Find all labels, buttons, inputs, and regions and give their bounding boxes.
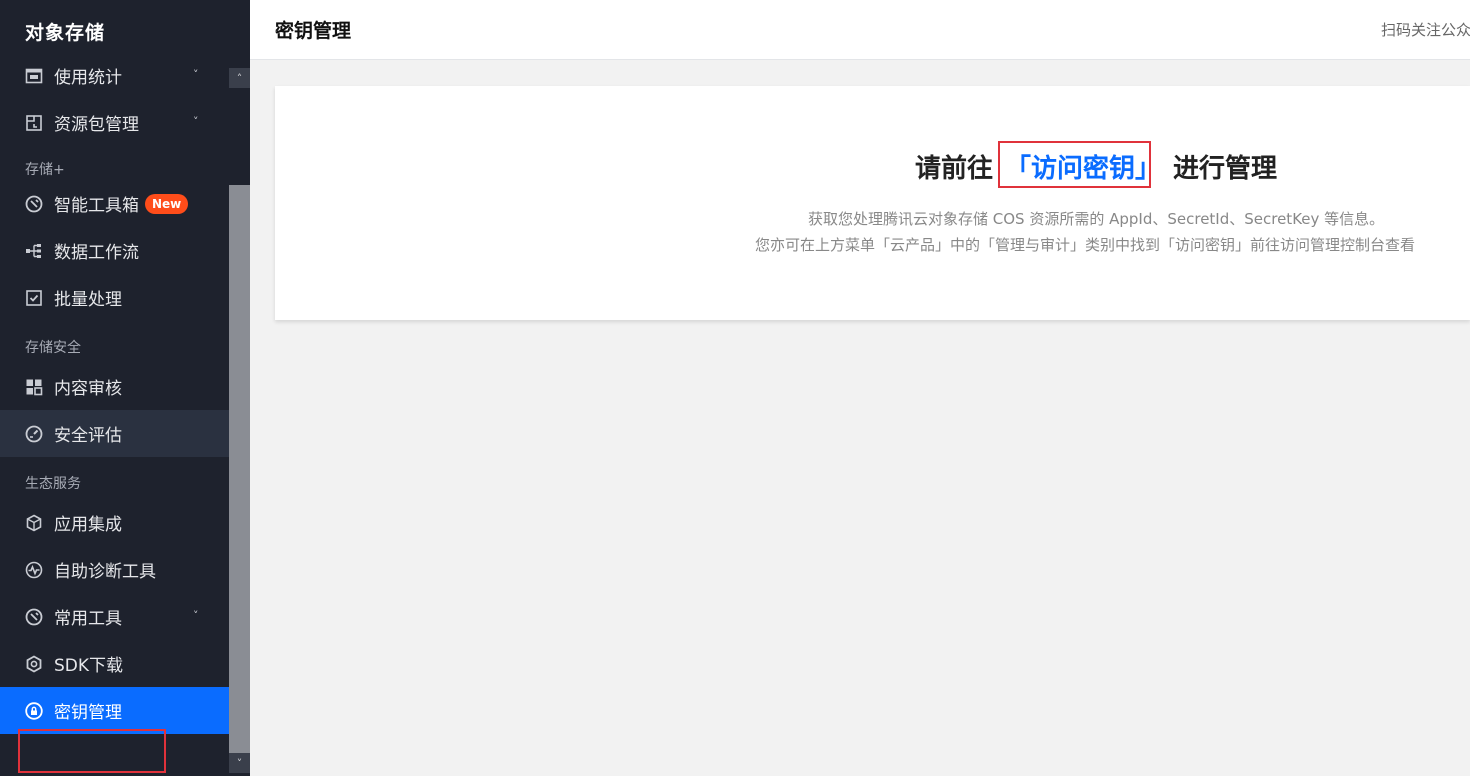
sidebar-item-app-integration[interactable]: 应用集成: [0, 499, 229, 546]
sidebar-item-self-diagnosis[interactable]: 自助诊断工具: [0, 546, 229, 593]
prompt-heading: 请前往 「访问密钥」 进行管理: [915, 148, 1277, 185]
grid-icon: [24, 377, 44, 397]
sidebar-brand: 对象存储: [25, 22, 106, 44]
prompt-after: 进行管理: [1173, 154, 1278, 184]
chevron-down-icon: ˅: [193, 115, 199, 128]
sidebar-item-label: 常用工具: [54, 609, 122, 629]
checkbox-icon: [24, 288, 44, 308]
chevron-down-icon: ˅: [193, 609, 199, 622]
pulse-icon: [24, 560, 44, 580]
group-label-storage-security: 存储安全: [25, 340, 81, 356]
tool-icon: [24, 607, 44, 627]
package-icon: [24, 113, 44, 133]
sidebar-item-label: SDK下载: [54, 656, 124, 676]
sidebar-item-batch-processing[interactable]: 批量处理: [0, 274, 229, 321]
chevron-down-icon: ˅: [193, 68, 199, 81]
sidebar-item-sdk-download[interactable]: SDK下载: [0, 640, 229, 687]
group-label-ecosystem: 生态服务: [25, 476, 81, 492]
sidebar-item-label: 资源包管理: [54, 115, 139, 135]
page-header: 密钥管理 扫码关注公众: [250, 0, 1470, 60]
prompt-before: 请前往: [915, 154, 994, 184]
description-line-1: 获取您处理腾讯云对象存储 COS 资源所需的 AppId、SecretId、Se…: [808, 210, 1385, 228]
sidebar-item-content-moderation[interactable]: 内容审核: [0, 363, 229, 410]
sidebar-item-label: 使用统计: [54, 68, 122, 88]
toolbox-icon: [24, 194, 44, 214]
sidebar-item-smart-toolbox[interactable]: 智能工具箱 New: [0, 180, 229, 227]
key-icon: [24, 701, 44, 721]
sidebar-item-label: 密钥管理: [54, 703, 122, 723]
sidebar-item-label: 自助诊断工具: [54, 562, 156, 582]
sidebar-item-label: 数据工作流: [54, 243, 139, 263]
hexagon-icon: [24, 654, 44, 674]
new-badge: New: [145, 193, 189, 214]
scroll-up-button[interactable]: ˄: [229, 68, 250, 88]
follow-wechat-link[interactable]: 扫码关注公众: [1381, 19, 1470, 40]
group-label-storage-plus: 存储+: [25, 162, 65, 178]
scroll-down-button[interactable]: ˅: [229, 753, 250, 773]
sidebar-item-data-workflow[interactable]: 数据工作流: [0, 227, 229, 274]
access-key-link[interactable]: 「访问密钥」: [999, 148, 1167, 185]
sidebar-item-key-management[interactable]: 密钥管理: [0, 687, 229, 734]
sidebar-item-label: 内容审核: [54, 379, 122, 399]
scrollbar-thumb[interactable]: [229, 185, 250, 753]
page-title: 密钥管理: [275, 20, 352, 42]
sidebar-item-package-management[interactable]: 资源包管理 ˅: [0, 99, 229, 146]
info-card: 请前往 「访问密钥」 进行管理 获取您处理腾讯云对象存储 COS 资源所需的 A…: [275, 86, 1470, 320]
sidebar-item-common-tools[interactable]: 常用工具 ˅: [0, 593, 229, 640]
sidebar-item-label: 智能工具箱: [54, 196, 139, 216]
sidebar-item-label: 安全评估: [54, 426, 122, 446]
sidebar-nav: 使用统计 ˅ 资源包管理 ˅ 存储+ 智能工具箱 New 数据工作流 批量处理 …: [0, 52, 229, 734]
sidebar-item-label: 批量处理: [54, 290, 122, 310]
sidebar-item-security-assessment[interactable]: 安全评估: [0, 410, 229, 457]
cube-icon: [24, 513, 44, 533]
gauge-icon: [24, 424, 44, 444]
calendar-icon: [24, 66, 44, 86]
workflow-icon: [24, 241, 44, 261]
sidebar: 对象存储 使用统计 ˅ 资源包管理 ˅ 存储+ 智能工具箱 New 数据工作流 …: [0, 0, 250, 776]
description-line-2: 您亦可在上方菜单「云产品」中的「管理与审计」类别中找到「访问密钥」前往访问管理控…: [755, 236, 1416, 254]
sidebar-item-label: 应用集成: [54, 515, 122, 535]
sidebar-item-usage-stats[interactable]: 使用统计 ˅: [0, 52, 229, 99]
